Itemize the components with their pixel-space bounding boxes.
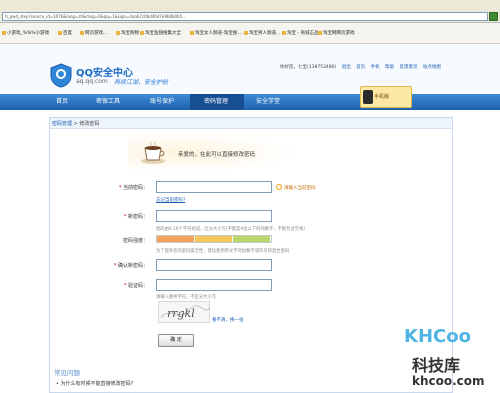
new-password-label: * 新密码： [123, 214, 148, 220]
sitemap-link[interactable]: 站点地图 [423, 65, 441, 70]
confirm-password-field[interactable] [156, 259, 272, 271]
bookmark-item[interactable]: 淘宝 - 商城正品 [282, 30, 318, 36]
mobile-badge-label: 手机版 [374, 94, 390, 100]
submit-button[interactable]: 确 定 [158, 334, 194, 347]
nav-security-tools[interactable]: 密保工具 [96, 94, 120, 110]
current-password-hint: 请输入当前密码 [284, 186, 316, 191]
bookmark-item[interactable]: 淘宝男人频道... [244, 30, 280, 36]
faq-item[interactable]: • 为什么有时候不能直接修改密码? [56, 380, 133, 387]
current-password-field[interactable] [156, 181, 272, 193]
logout-link[interactable]: 退出 [342, 65, 351, 70]
new-password-field[interactable] [156, 210, 272, 222]
nav-password-manage[interactable]: 密码管理 [204, 94, 228, 110]
main-nav [0, 94, 500, 110]
captcha-text: rrgkl [167, 307, 195, 320]
welcome-text: 亲爱的，在此可以直接修改密码 [178, 152, 256, 158]
user-links: 你好您，七宝(138753486) 退出 首页 手机 帮助 反馈意见 站点地图 [280, 64, 445, 70]
coffee-cup-icon [141, 141, 165, 164]
captcha-hint: 请输入图中字符，不区分大小写 [156, 295, 217, 300]
breadcrumb-bar [50, 118, 452, 129]
strength-label: 密码强度： [122, 238, 148, 244]
breadcrumb-current: 修改密码 [79, 121, 100, 127]
breadcrumb-parent[interactable]: 密码管理 [52, 121, 72, 127]
bookmark-item[interactable]: 淘宝鱼翅搜集大全 [140, 30, 181, 36]
captcha-image: rrgkl [158, 301, 210, 323]
bookmark-item[interactable]: 淘宝购物 [116, 30, 139, 36]
new-password-hint: 密码由6-16个字符组成，区分大小写(不能是9位以下的纯数字，不能包含空格) [156, 227, 306, 232]
breadcrumb-separator: > [73, 121, 78, 127]
captcha-refresh-link[interactable]: 看不清，换一张 [212, 317, 244, 323]
forgot-password-link[interactable]: 忘记当前密码? [156, 197, 185, 203]
faq-title: 常见问题 [54, 369, 80, 377]
strength-hint: 为了提升您的密码安全性，建议使用英文字母加数字或符号的混合密码 [156, 249, 290, 254]
strength-segment-weak [157, 236, 195, 242]
bookmark-item[interactable]: 淘宝女人频道-淘宝搜.... [190, 30, 243, 36]
breadcrumb: 密码管理 > 修改密码 [52, 120, 99, 127]
shield-icon [50, 63, 72, 88]
site-url: aq.qq.com [76, 78, 108, 85]
nav-home[interactable]: 首页 [56, 94, 68, 110]
bookmark-item[interactable]: 小游戏_%%%小游戏 [2, 30, 49, 36]
password-strength-meter [156, 235, 272, 243]
address-bar[interactable]: ti_pwd_step?source_id=1076&lang=zh&msg=0… [2, 12, 488, 21]
bookmark-item[interactable]: 淘宝网网页游戏 [318, 30, 355, 36]
current-password-label: * 当前密码： [118, 185, 148, 191]
captcha-field[interactable] [156, 279, 272, 291]
mobile-link[interactable]: 手机 [371, 65, 380, 70]
nav-account-protect[interactable]: 账号保护 [150, 94, 174, 110]
nav-security-school[interactable]: 安全学堂 [256, 94, 280, 110]
home-link[interactable]: 首页 [356, 65, 365, 70]
warning-icon [276, 184, 282, 190]
bookmark-item[interactable]: 百度 [58, 30, 72, 36]
user-greeting: 你好您，七宝(138753486) [280, 65, 337, 70]
bookmark-item[interactable]: 网页游戏... [80, 30, 107, 36]
watermark-url: khcoo.com [412, 374, 485, 388]
captcha-label: * 验证码： [123, 283, 148, 289]
strength-segment-medium [195, 236, 233, 242]
confirm-password-label: * 确认新密码： [113, 263, 148, 269]
help-link[interactable]: 帮助 [385, 65, 394, 70]
watermark-logo: KHCoo [404, 326, 471, 347]
captcha-noise: rrgkl [160, 305, 210, 320]
site-slogan: 再续江湖，安全护航 [114, 79, 169, 86]
watermark-cn: 科技库 [412, 356, 461, 375]
feedback-link[interactable]: 反馈意见 [399, 65, 417, 70]
go-button[interactable] [489, 12, 498, 21]
phone-icon [363, 90, 373, 104]
strength-segment-strong [233, 236, 271, 242]
